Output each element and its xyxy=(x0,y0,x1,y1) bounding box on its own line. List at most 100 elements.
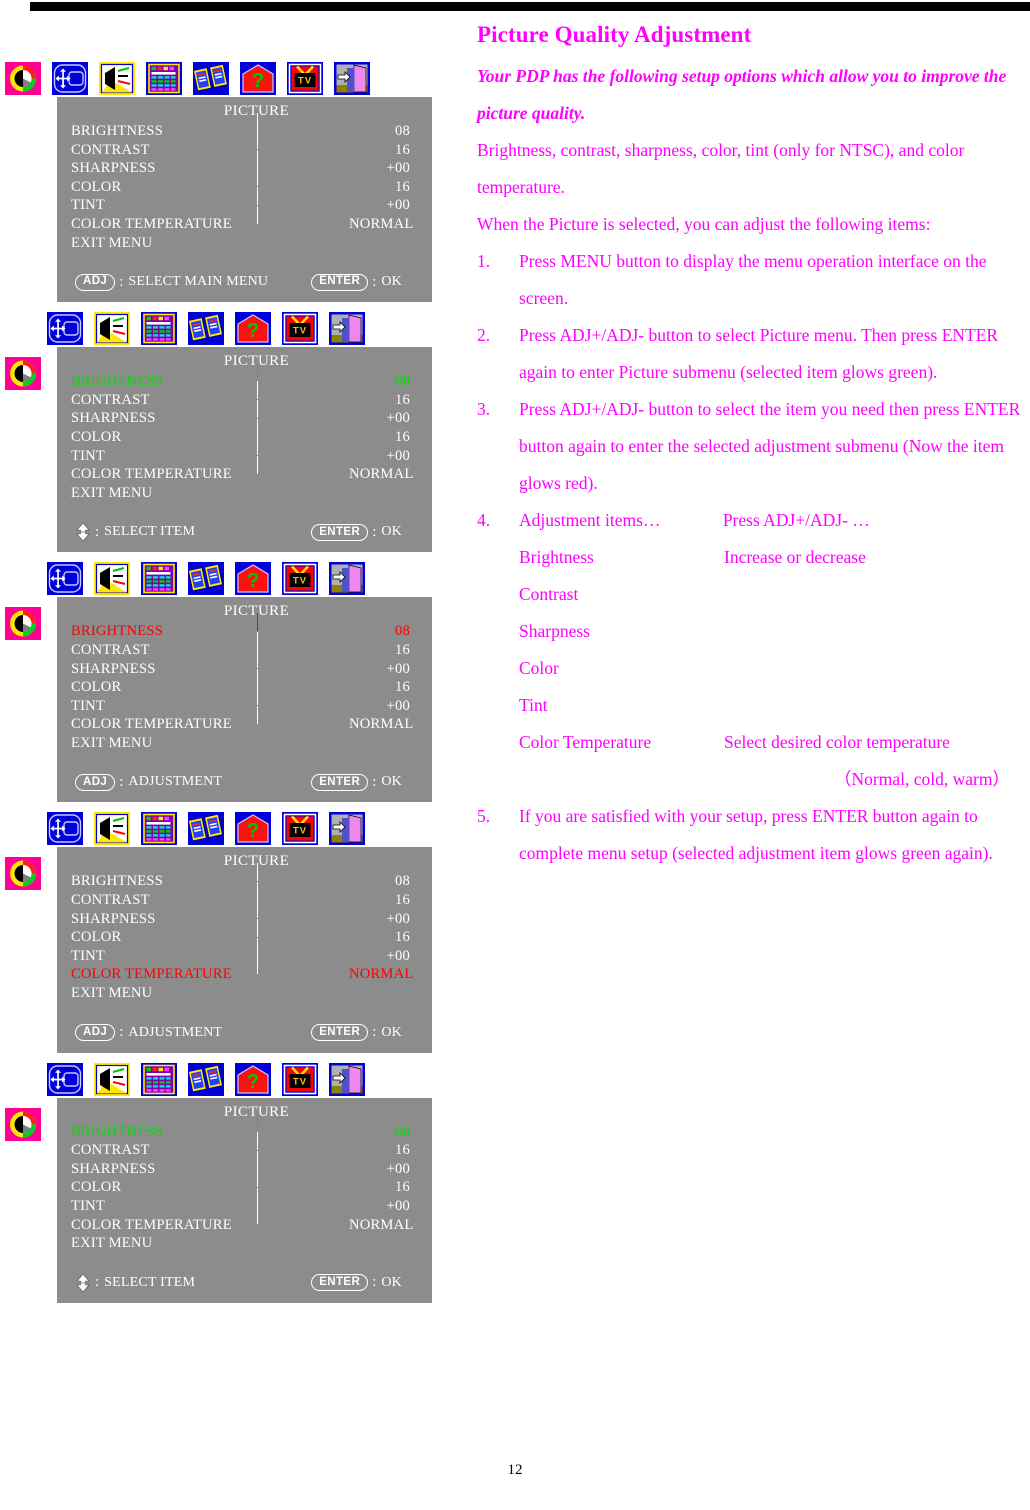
exit-door-icon[interactable] xyxy=(329,562,365,596)
osd-menu-row[interactable]: COLOR TEMPERATURE NORMAL xyxy=(57,215,432,234)
footer-colon: : xyxy=(372,273,377,290)
osd-menu-row[interactable]: SHARPNESS +00 xyxy=(57,1150,432,1188)
osd-menu-row[interactable]: CONTRAST 16 xyxy=(57,881,432,919)
enter-button[interactable]: ENTER xyxy=(311,1274,369,1292)
osd-menu-row[interactable]: SHARPNESS +00 xyxy=(57,650,432,687)
osd-menu-row[interactable]: COLOR 16 xyxy=(57,418,432,456)
osd-menu-row[interactable]: BRIGHTNESS 08 xyxy=(57,112,432,150)
osd-item-value: 16 xyxy=(395,929,410,946)
help-question-icon[interactable]: ? xyxy=(235,562,271,596)
picture-color-wheel-icon[interactable] xyxy=(5,607,41,641)
setup-calculator-icon[interactable] xyxy=(141,812,177,846)
osd-language-books-icon[interactable] xyxy=(188,312,224,346)
osd-language-books-icon[interactable] xyxy=(188,812,224,846)
help-question-icon[interactable]: ? xyxy=(235,812,271,846)
osd-menu-row[interactable]: EXIT MENU xyxy=(57,984,432,1003)
setup-calculator-icon[interactable] xyxy=(146,62,182,95)
osd-menu-row[interactable]: TINT +00 xyxy=(57,1187,432,1225)
help-question-icon[interactable]: ? xyxy=(235,1062,271,1096)
tv-channel-icon[interactable]: TV xyxy=(282,312,318,346)
setup-calculator-icon[interactable] xyxy=(141,1062,177,1096)
audio-speaker-icon[interactable] xyxy=(99,62,135,95)
picture-color-wheel-icon[interactable] xyxy=(5,1107,41,1141)
osd-menu-row[interactable]: COLOR 16 xyxy=(57,168,432,206)
osd-item-slider[interactable] xyxy=(257,687,349,724)
audio-speaker-icon[interactable] xyxy=(94,812,130,846)
exit-door-icon[interactable] xyxy=(329,312,365,346)
adj-button[interactable]: ADJ xyxy=(75,1024,116,1042)
help-question-icon[interactable]: ? xyxy=(240,62,276,95)
position-geometry-icon[interactable] xyxy=(52,62,88,95)
adj-button[interactable]: ADJ xyxy=(75,773,116,791)
osd-menu-row[interactable]: CONTRAST 16 xyxy=(57,131,432,168)
setup-calculator-icon[interactable] xyxy=(141,312,177,346)
osd-menu-row[interactable]: COLOR TEMPERATURE NORMAL xyxy=(57,1216,432,1235)
osd-item-value: +00 xyxy=(386,160,410,177)
osd-menu-row[interactable]: COLOR TEMPERATURE NORMAL xyxy=(57,965,432,984)
osd-menu-row[interactable]: COLOR TEMPERATURE NORMAL xyxy=(57,715,432,734)
osd-item-slider[interactable] xyxy=(257,1187,349,1225)
osd-item-value: +00 xyxy=(386,197,410,214)
osd-menu-row[interactable]: COLOR TEMPERATURE NORMAL xyxy=(57,465,432,484)
tv-channel-icon[interactable]: TV xyxy=(287,62,323,95)
osd-menu-row[interactable]: TINT +00 xyxy=(57,937,432,975)
slider-track xyxy=(257,187,258,224)
position-geometry-icon[interactable] xyxy=(47,562,83,596)
audio-speaker-icon[interactable] xyxy=(94,312,130,346)
osd-item-value: 16 xyxy=(395,892,410,909)
enter-button[interactable]: ENTER xyxy=(311,273,369,291)
osd-item-slider[interactable] xyxy=(257,437,349,474)
position-geometry-icon[interactable] xyxy=(47,812,83,846)
osd-menu-row[interactable]: TINT +00 xyxy=(57,687,432,724)
tv-channel-icon[interactable]: TV xyxy=(282,562,318,596)
position-geometry-icon[interactable] xyxy=(47,312,83,346)
tv-channel-icon[interactable]: TV xyxy=(282,1062,318,1096)
help-question-icon[interactable]: ? xyxy=(235,312,271,346)
osd-menu-row[interactable]: SHARPNESS +00 xyxy=(57,900,432,937)
picture-color-wheel-icon[interactable] xyxy=(5,357,41,391)
osd-menu-row[interactable]: EXIT MENU xyxy=(57,734,432,753)
audio-speaker-icon[interactable] xyxy=(94,1062,130,1096)
audio-speaker-icon[interactable] xyxy=(94,562,130,596)
setup-calculator-icon[interactable] xyxy=(141,562,177,596)
osd-menu-row[interactable]: EXIT MENU xyxy=(57,484,432,503)
osd-menu-row[interactable]: EXIT MENU xyxy=(57,234,432,253)
osd-menu-rows: BRIGHTNESS 08 CONTRAST 16 SHARPNESS +00 xyxy=(57,362,432,503)
osd-menu-row[interactable]: CONTRAST 16 xyxy=(57,381,432,419)
svg-text:?: ? xyxy=(247,320,259,342)
osd-menu-row[interactable]: EXIT MENU xyxy=(57,1234,432,1253)
osd-item-slider[interactable] xyxy=(257,937,349,975)
exit-door-icon[interactable] xyxy=(329,812,365,846)
osd-menu-row[interactable]: SHARPNESS +00 xyxy=(57,149,432,187)
osd-menu-row[interactable]: COLOR 16 xyxy=(57,918,432,956)
footer-right-hint: ENTER : OK xyxy=(311,523,432,541)
enter-button[interactable]: ENTER xyxy=(311,523,369,541)
osd-menu-row[interactable]: BRIGHTNESS 08 xyxy=(57,1113,432,1150)
picture-color-wheel-icon[interactable] xyxy=(5,62,41,95)
osd-item-slider[interactable] xyxy=(257,187,349,224)
exit-door-icon[interactable] xyxy=(329,1062,365,1096)
enter-button[interactable]: ENTER xyxy=(311,773,369,791)
osd-language-books-icon[interactable] xyxy=(188,562,224,596)
osd-panel: PICTURE BRIGHTNESS 08 CONTRAST 16 SHARPN… xyxy=(57,97,432,303)
picture-color-wheel-icon[interactable] xyxy=(5,857,41,891)
osd-menu-row[interactable]: TINT +00 xyxy=(57,187,432,224)
position-geometry-icon[interactable] xyxy=(47,1062,83,1096)
adj-button[interactable]: ADJ xyxy=(75,273,116,291)
osd-menu-row[interactable]: COLOR 16 xyxy=(57,1169,432,1206)
osd-language-books-icon[interactable] xyxy=(193,62,229,95)
osd-language-books-icon[interactable] xyxy=(188,1062,224,1096)
enter-button[interactable]: ENTER xyxy=(311,1024,369,1042)
tv-channel-icon[interactable]: TV xyxy=(282,812,318,846)
osd-menu-row[interactable]: CONTRAST 16 xyxy=(57,631,432,669)
osd-menu-row[interactable]: BRIGHTNESS 08 xyxy=(57,362,432,400)
osd-menu-row[interactable]: CONTRAST 16 xyxy=(57,1131,432,1169)
osd-menu-row[interactable]: TINT +00 xyxy=(57,437,432,474)
osd-menu-row[interactable]: BRIGHTNESS 08 xyxy=(57,863,432,900)
page-number: 12 xyxy=(507,1462,523,1478)
osd-menu-row[interactable]: SHARPNESS +00 xyxy=(57,400,432,437)
osd-menu-row[interactable]: COLOR 16 xyxy=(57,668,432,706)
osd-menu-row[interactable]: BRIGHTNESS 08 xyxy=(57,613,432,650)
exit-door-icon[interactable] xyxy=(334,62,370,95)
up-down-arrow-icon xyxy=(75,522,91,542)
